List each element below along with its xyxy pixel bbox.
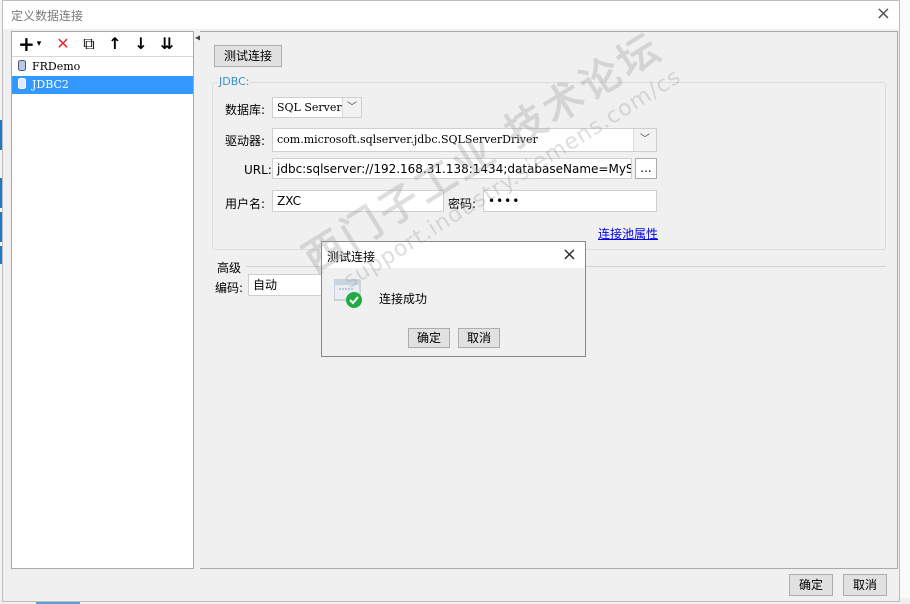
- connection-list-panel: + ▾ ✕ ⧉ ↑ ↓ ⇊ FRDemo JDBC2: [11, 31, 194, 569]
- url-value: jdbc:sqlserver://192.168.31.138:1434;dat…: [277, 162, 632, 176]
- dialog-titlebar: 定义数据连接 ×: [3, 1, 899, 29]
- driver-select-value: com.microsoft.sqlserver.jdbc.SQLServerDr…: [277, 133, 538, 146]
- database-select-value: SQL Server: [277, 101, 342, 114]
- connection-label: JDBC2: [32, 78, 69, 91]
- popup-title: 测试连接: [327, 250, 376, 264]
- password-label: 密码:: [448, 197, 477, 211]
- password-value: ••••: [488, 194, 521, 208]
- delete-icon[interactable]: ✕: [54, 34, 72, 54]
- database-icon: [18, 78, 26, 89]
- encoding-select[interactable]: 自动: [248, 274, 328, 296]
- driver-select[interactable]: com.microsoft.sqlserver.jdbc.SQLServerDr…: [272, 128, 657, 152]
- popup-ok-button[interactable]: 确定: [408, 328, 450, 348]
- connection-tree: FRDemo JDBC2: [12, 58, 193, 94]
- connection-item-frdemo[interactable]: FRDemo: [12, 58, 193, 76]
- advanced-label: 高级: [217, 261, 242, 275]
- ok-button[interactable]: 确定: [789, 574, 833, 596]
- sort-icon[interactable]: ⇊: [158, 34, 176, 54]
- database-label: 数据库:: [225, 103, 266, 117]
- url-browse-button[interactable]: ...: [635, 158, 657, 179]
- move-down-icon[interactable]: ↓: [132, 34, 150, 54]
- popup-close-icon[interactable]: ×: [562, 244, 577, 265]
- url-input[interactable]: jdbc:sqlserver://192.168.31.138:1434;dat…: [272, 158, 632, 179]
- username-value: ZXC: [277, 194, 301, 208]
- username-input[interactable]: ZXC: [272, 190, 444, 212]
- database-icon: [18, 60, 26, 71]
- cancel-button[interactable]: 取消: [843, 574, 887, 596]
- dialog-title: 定义数据连接: [11, 9, 84, 23]
- jdbc-group-label: JDBC:: [218, 75, 251, 88]
- chevron-down-icon[interactable]: ﹀: [633, 129, 656, 151]
- connection-item-jdbc2[interactable]: JDBC2: [12, 76, 193, 94]
- encoding-label: 编码:: [215, 281, 244, 295]
- password-input[interactable]: ••••: [483, 190, 657, 212]
- username-label: 用户名:: [225, 197, 266, 211]
- background-app-strip-right: [899, 0, 910, 604]
- move-up-icon[interactable]: ↑: [106, 34, 124, 54]
- connection-toolbar: + ▾ ✕ ⧉ ↑ ↓ ⇊: [12, 32, 193, 57]
- dialog-close-icon[interactable]: ×: [876, 5, 891, 23]
- connection-success-icon: [334, 279, 362, 308]
- copy-icon[interactable]: ⧉: [80, 34, 98, 54]
- add-dropdown-icon[interactable]: ▾: [34, 34, 44, 54]
- url-label: URL:: [244, 163, 272, 177]
- chevron-down-icon[interactable]: ﹀: [342, 98, 361, 117]
- encoding-select-value: 自动: [253, 278, 278, 292]
- add-icon[interactable]: +: [18, 34, 35, 54]
- popup-cancel-button[interactable]: 取消: [458, 328, 500, 348]
- driver-label: 驱动器:: [225, 134, 266, 148]
- popup-message: 连接成功: [379, 292, 428, 306]
- database-select[interactable]: SQL Server ﹀: [272, 97, 362, 118]
- connection-pool-link[interactable]: 连接池属性: [598, 225, 658, 242]
- test-connection-popup: 测试连接 × 连接成功 确定 取消: [321, 241, 586, 357]
- connection-label: FRDemo: [32, 60, 81, 73]
- popup-titlebar: 测试连接 ×: [322, 242, 585, 268]
- test-connection-button[interactable]: 测试连接: [214, 45, 282, 67]
